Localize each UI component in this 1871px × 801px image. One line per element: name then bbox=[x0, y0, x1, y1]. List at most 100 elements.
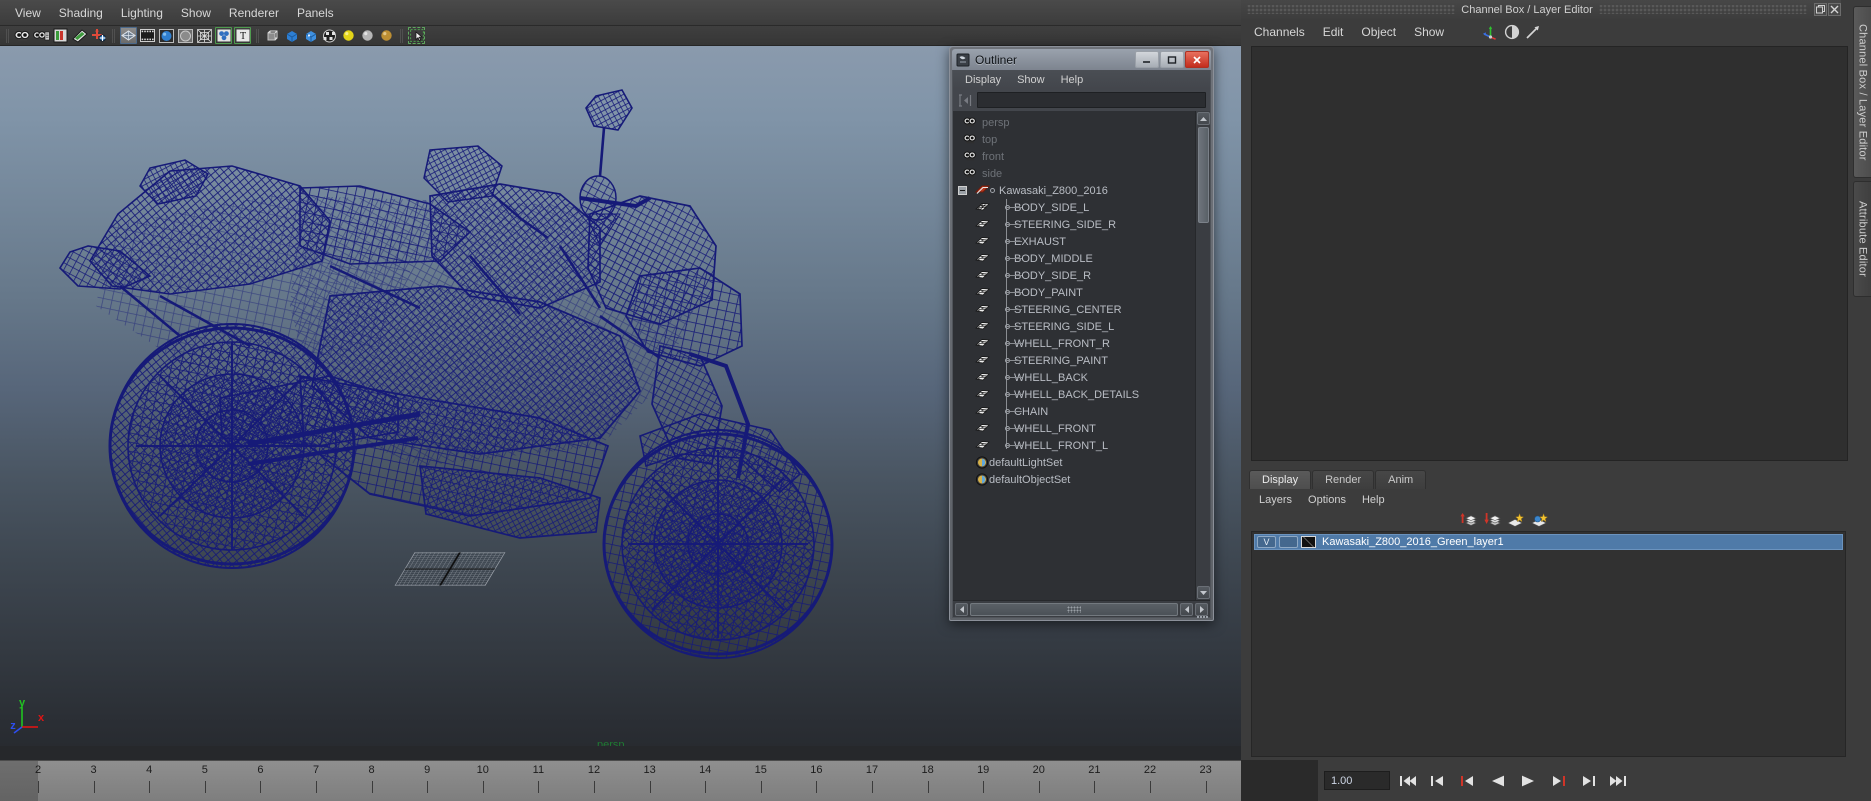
outliner-item-mesh[interactable]: STEERING_SIDE_R bbox=[953, 216, 1195, 233]
outliner-tree[interactable]: persp top front side Kawasaki_Z800_2016 … bbox=[953, 111, 1195, 600]
outliner-item-root-group[interactable]: Kawasaki_Z800_2016 bbox=[953, 182, 1195, 199]
attribute-editor-toggle-icon[interactable] bbox=[1504, 24, 1520, 43]
menu-channels[interactable]: Channels bbox=[1245, 23, 1314, 41]
outliner-item-mesh[interactable]: WHELL_FRONT_R bbox=[953, 335, 1195, 352]
text-display-icon[interactable]: T bbox=[234, 27, 251, 44]
outliner-titlebar[interactable]: Outliner bbox=[952, 49, 1211, 70]
wireframe-shaded-icon[interactable] bbox=[120, 27, 137, 44]
drag-rail-right[interactable] bbox=[1598, 5, 1807, 14]
step-forward-frame-icon[interactable] bbox=[1546, 770, 1570, 792]
scroll-thumb-horizontal[interactable] bbox=[970, 602, 1178, 616]
step-forward-keyframe-icon[interactable] bbox=[1576, 770, 1600, 792]
maximize-button[interactable] bbox=[1160, 51, 1184, 68]
smooth-shade-all-icon[interactable] bbox=[158, 27, 175, 44]
tab-display[interactable]: Display bbox=[1249, 470, 1312, 489]
outliner-item-default-light-set[interactable]: defaultLightSet bbox=[953, 454, 1195, 471]
film-gate-icon[interactable] bbox=[139, 27, 156, 44]
tool-settings-icon[interactable] bbox=[1525, 24, 1541, 43]
layer-list[interactable]: V Kawasaki_Z800_2016_Green_layer1 bbox=[1251, 531, 1846, 757]
menu-panels[interactable]: Panels bbox=[288, 3, 343, 23]
outliner-item-mesh[interactable]: CHAIN bbox=[953, 403, 1195, 420]
collapse-toggle-icon[interactable] bbox=[958, 186, 967, 195]
outliner-item-default-object-set[interactable]: defaultObjectSet bbox=[953, 471, 1195, 488]
outliner-item-mesh[interactable]: BODY_PAINT bbox=[953, 284, 1195, 301]
outliner-menu-display[interactable]: Display bbox=[957, 72, 1009, 88]
outliner-item-front[interactable]: front bbox=[953, 148, 1195, 165]
outliner-item-mesh[interactable]: BODY_SIDE_L bbox=[953, 199, 1195, 216]
menu-object[interactable]: Object bbox=[1352, 23, 1405, 41]
outliner-item-side[interactable]: side bbox=[953, 165, 1195, 182]
wireframe-on-shaded-icon[interactable] bbox=[196, 27, 213, 44]
flat-shade-icon[interactable] bbox=[177, 27, 194, 44]
scroll-down-button[interactable] bbox=[1196, 586, 1210, 599]
checker-sphere-icon[interactable] bbox=[321, 27, 338, 44]
menu-options[interactable]: Options bbox=[1300, 492, 1354, 508]
outliner-search-input[interactable] bbox=[977, 92, 1206, 108]
layer-playback-toggle[interactable] bbox=[1279, 536, 1298, 548]
outliner-item-mesh[interactable]: BODY_MIDDLE bbox=[953, 250, 1195, 267]
go-to-start-icon[interactable] bbox=[1396, 770, 1420, 792]
vtab-attribute-editor[interactable]: Attribute Editor bbox=[1853, 181, 1871, 297]
window-resize-grip[interactable] bbox=[1197, 609, 1211, 619]
outliner-vertical-scrollbar[interactable] bbox=[1195, 111, 1210, 600]
outliner-item-mesh[interactable]: WHELL_FRONT_L bbox=[953, 437, 1195, 454]
light-gray-icon[interactable] bbox=[359, 27, 376, 44]
outliner-horizontal-scrollbar[interactable] bbox=[953, 600, 1210, 617]
layer-color-swatch[interactable] bbox=[1301, 536, 1316, 548]
outliner-item-mesh[interactable]: EXHAUST bbox=[953, 233, 1195, 250]
step-back-frame-icon[interactable] bbox=[1456, 770, 1480, 792]
outliner-item-mesh[interactable]: STEERING_PAINT bbox=[953, 352, 1195, 369]
tab-render[interactable]: Render bbox=[1312, 470, 1375, 489]
new-layer-icon[interactable] bbox=[1507, 512, 1525, 531]
play-backwards-icon[interactable] bbox=[1486, 770, 1510, 792]
close-button[interactable] bbox=[1185, 51, 1209, 68]
restore-button[interactable] bbox=[1814, 3, 1827, 16]
select-marquee-icon[interactable] bbox=[408, 27, 425, 44]
scroll-thumb[interactable] bbox=[1197, 127, 1209, 223]
layer-row[interactable]: V Kawasaki_Z800_2016_Green_layer1 bbox=[1254, 534, 1843, 550]
outliner-item-top[interactable]: top bbox=[953, 131, 1195, 148]
paint-icon[interactable] bbox=[71, 27, 88, 44]
move-layer-up-icon[interactable] bbox=[1459, 512, 1477, 531]
menu-edit[interactable]: Edit bbox=[1314, 23, 1353, 41]
move-manipulator-icon[interactable] bbox=[90, 27, 107, 44]
outliner-item-mesh[interactable]: STEERING_SIDE_L bbox=[953, 318, 1195, 335]
outliner-item-mesh[interactable]: STEERING_CENTER bbox=[953, 301, 1195, 318]
outliner-item-mesh[interactable]: WHELL_BACK bbox=[953, 369, 1195, 386]
outliner-menu-show[interactable]: Show bbox=[1009, 72, 1053, 88]
channel-box-toggle-icon[interactable] bbox=[1482, 24, 1499, 43]
channel-box-content[interactable] bbox=[1251, 46, 1848, 461]
outliner-item-persp[interactable]: persp bbox=[953, 114, 1195, 131]
current-frame-field[interactable]: 1.00 bbox=[1324, 771, 1390, 790]
drag-rail-left[interactable] bbox=[1247, 5, 1456, 14]
menu-help[interactable]: Help bbox=[1354, 492, 1393, 508]
minimize-button[interactable] bbox=[1135, 51, 1159, 68]
step-back-keyframe-icon[interactable] bbox=[1426, 770, 1450, 792]
new-layer-from-selected-icon[interactable] bbox=[1531, 512, 1549, 531]
camera-icon[interactable] bbox=[14, 27, 31, 44]
menu-layers[interactable]: Layers bbox=[1251, 492, 1300, 508]
go-to-end-icon[interactable] bbox=[1606, 770, 1630, 792]
menu-show[interactable]: Show bbox=[172, 3, 220, 23]
shaded-box-icon[interactable] bbox=[283, 27, 300, 44]
scroll-left-button[interactable] bbox=[955, 602, 968, 616]
time-slider[interactable]: 23456789101112131415161718192021222324 bbox=[0, 760, 1340, 801]
outliner-window[interactable]: Outliner Display Show Help persp top fro… bbox=[949, 46, 1214, 621]
menu-shading[interactable]: Shading bbox=[50, 3, 112, 23]
light-yellow-icon[interactable] bbox=[340, 27, 357, 44]
play-forwards-icon[interactable] bbox=[1516, 770, 1540, 792]
xray-box-icon[interactable] bbox=[264, 27, 281, 44]
scroll-right-step-button[interactable] bbox=[1180, 602, 1193, 616]
menu-show[interactable]: Show bbox=[1405, 23, 1453, 41]
outliner-item-mesh[interactable]: WHELL_FRONT bbox=[953, 420, 1195, 437]
menu-view[interactable]: View bbox=[6, 3, 50, 23]
texture-display-icon[interactable] bbox=[215, 27, 232, 44]
time-slider-start-pad[interactable] bbox=[0, 761, 38, 801]
outliner-menu-help[interactable]: Help bbox=[1053, 72, 1092, 88]
tab-anim[interactable]: Anim bbox=[1375, 470, 1427, 489]
menu-lighting[interactable]: Lighting bbox=[112, 3, 172, 23]
menu-renderer[interactable]: Renderer bbox=[220, 3, 288, 23]
scroll-up-button[interactable] bbox=[1196, 112, 1210, 125]
vtab-channel-box-layer-editor[interactable]: Channel Box / Layer Editor bbox=[1853, 6, 1871, 178]
close-button[interactable] bbox=[1828, 3, 1841, 16]
